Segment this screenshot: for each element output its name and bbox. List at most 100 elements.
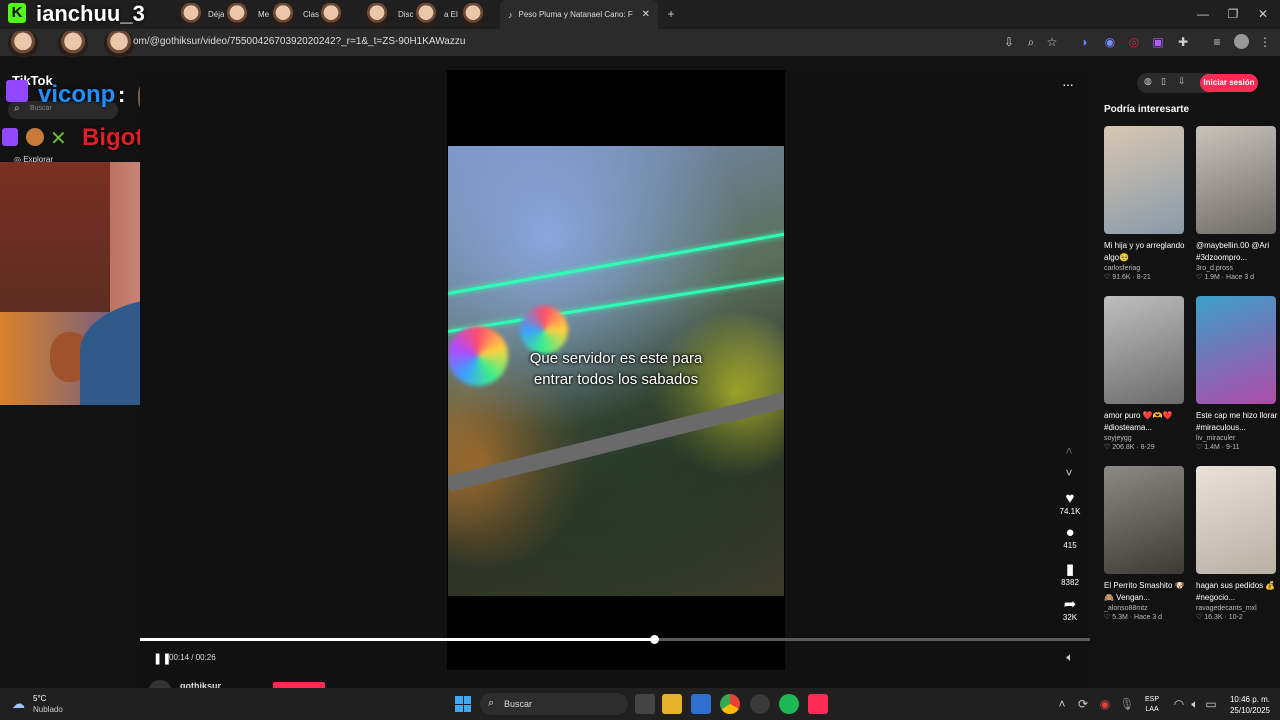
overlay-face [8, 31, 44, 57]
chrome-icon[interactable] [720, 694, 740, 714]
tab-4[interactable]: Me [258, 0, 269, 29]
wifi-icon[interactable]: ◠ [1172, 697, 1186, 711]
recommend-card[interactable]: El Perrito Smashito 🐶🙈 Vengan... _alonso… [1104, 466, 1188, 626]
like-button[interactable]: ♥ 74.1K [1058, 490, 1082, 516]
recommend-author[interactable]: carlosferiag [1104, 265, 1188, 272]
tab-active[interactable]: ♪ Peso Pluma y Natanael Cano: F ✕ [500, 0, 658, 29]
save-button[interactable]: ▮ 8382 [1058, 560, 1082, 587]
railing [448, 389, 784, 492]
tab-face-4[interactable] [320, 0, 344, 29]
tray-mic-icon[interactable]: 🎙︎ [1119, 697, 1134, 711]
streamer-name: ianchuu_3 [36, 1, 145, 26]
recommend-thumbnail[interactable] [1104, 126, 1184, 234]
close-window-icon[interactable]: ✕ [1256, 6, 1270, 22]
comment-button[interactable]: ● 415 [1058, 524, 1082, 550]
recommend-stats: ♡ 206.8K · 8-29 [1104, 444, 1155, 451]
tab-5[interactable]: Clas [303, 0, 319, 29]
next-video-icon[interactable]: ˅ [1062, 466, 1076, 480]
kick-logo-icon: K [8, 3, 26, 23]
download-icon[interactable]: ⇩ [1178, 76, 1186, 87]
tab-face-7[interactable] [462, 0, 486, 29]
tab-6[interactable]: Disc [398, 0, 414, 29]
tab-3[interactable]: Déja [208, 0, 224, 29]
recommend-caption[interactable]: El Perrito Smashito 🐶🙈 Vengan... [1104, 580, 1188, 604]
volume-icon[interactable]: 🔈︎ [1062, 650, 1078, 664]
store-icon[interactable] [691, 694, 711, 714]
recommend-card[interactable]: hagan sus pedidos 💰 #negocio... ravagede… [1196, 466, 1280, 626]
windows-start-icon[interactable] [455, 696, 471, 712]
minimize-icon[interactable]: — [1196, 6, 1210, 22]
coins-icon[interactable]: ◍ [1144, 76, 1152, 87]
media-list-icon[interactable]: ≡ [1210, 35, 1224, 49]
tab-face-3[interactable] [272, 0, 296, 29]
clock[interactable]: 10:46 p. m. 25/10/2025 [1226, 694, 1270, 716]
speaker-icon[interactable]: 🔈︎ [1188, 697, 1202, 711]
recommend-card[interactable]: Mi hija y yo arreglando algo🥺 carlosferi… [1104, 126, 1188, 286]
recommend-caption[interactable]: amor puro ❤️🫶❤️ #diosteama... [1104, 410, 1188, 434]
recommend-thumbnail[interactable] [1196, 296, 1276, 404]
tab-face-6[interactable] [415, 0, 439, 29]
weather-desc[interactable]: Nublado [33, 705, 63, 714]
recommend-caption[interactable]: hagan sus pedidos 💰 #negocio... [1196, 580, 1280, 604]
restore-icon[interactable]: ❐ [1226, 6, 1240, 22]
recommend-caption[interactable]: Mi hija y yo arreglando algo🥺 [1104, 240, 1188, 264]
tab-7[interactable]: a El [444, 0, 458, 29]
close-tab-icon[interactable]: ✕ [642, 9, 650, 20]
tab-face-5[interactable] [366, 0, 390, 29]
recommend-card[interactable]: Este cap me hizo llorar #miraculous... l… [1196, 296, 1280, 456]
extension-icon[interactable]: ◉ [1103, 35, 1117, 49]
progress-handle[interactable] [650, 635, 659, 644]
new-tab-button[interactable]: + [664, 6, 678, 22]
device-icon[interactable]: ▯ [1161, 76, 1166, 87]
browser-menu-icon[interactable]: ⋮ [1259, 35, 1271, 49]
install-app-icon[interactable]: ⇩ [1002, 35, 1016, 49]
file-explorer-icon[interactable] [662, 694, 682, 714]
tiktok-app-icon[interactable] [808, 694, 828, 714]
extension-icon[interactable]: ◗ [1078, 35, 1092, 49]
recommend-card[interactable]: amor puro ❤️🫶❤️ #diosteama... soyjeygg ♡… [1104, 296, 1188, 456]
prev-video-icon[interactable]: ˄ [1062, 444, 1076, 458]
more-options-button[interactable]: ··· [1062, 76, 1074, 92]
heart-icon: ♥ [1065, 490, 1075, 507]
spotify-icon[interactable] [779, 694, 799, 714]
url-field[interactable]: om/@gothiksur/video/7550042670392020242?… [133, 36, 465, 47]
bookmark-star-icon[interactable]: ☆ [1045, 35, 1059, 49]
zoom-icon[interactable]: ⌕ [1024, 35, 1038, 49]
tray-chevron-icon[interactable]: ˄ [1056, 697, 1068, 711]
taskbar-search[interactable]: ⌕ Buscar [480, 693, 628, 715]
login-button[interactable]: Iniciar sesión [1200, 74, 1258, 92]
task-view-icon[interactable] [635, 694, 655, 714]
comment-icon: ● [1065, 524, 1075, 541]
recommend-author[interactable]: soyjeygg [1104, 435, 1188, 442]
recommend-author[interactable]: ravagedecants_mxl [1196, 605, 1280, 612]
tray-app-icon[interactable]: ◉ [1098, 697, 1112, 711]
app-icon[interactable] [750, 694, 770, 714]
recommend-caption[interactable]: Este cap me hizo llorar #miraculous... [1196, 410, 1280, 434]
weather-temp[interactable]: 5°C [33, 694, 46, 703]
profile-avatar[interactable] [1234, 34, 1249, 49]
heart-outline-icon: ♡ [1104, 444, 1111, 451]
share-icon: ➦ [1063, 596, 1077, 613]
language-indicator[interactable]: ESP LAA [1145, 695, 1159, 715]
extensions-puzzle-icon[interactable]: ✚ [1176, 35, 1190, 49]
recommend-author[interactable]: _alonso88mtz [1104, 605, 1188, 612]
recommend-author[interactable]: 3ro_d.pross [1196, 265, 1280, 272]
recommend-author[interactable]: liv_miraculer [1196, 435, 1280, 442]
recommend-card[interactable]: @maybellin.00 @Ari #3dzoompro... 3ro_d.p… [1196, 126, 1280, 286]
recommend-thumbnail[interactable] [1196, 126, 1276, 234]
tab-face-2[interactable] [226, 0, 250, 29]
recommend-thumbnail[interactable] [1196, 466, 1276, 574]
tray-sync-icon[interactable]: ⟳ [1076, 697, 1090, 711]
extension-icon[interactable]: ▣ [1151, 35, 1165, 49]
recommend-thumbnail[interactable] [1104, 296, 1184, 404]
share-button[interactable]: ➦ 32K [1058, 595, 1082, 622]
tab-favicon-face[interactable] [180, 0, 210, 29]
chat-separator: : [118, 82, 126, 107]
recommend-caption[interactable]: @maybellin.00 @Ari #3dzoompro... [1196, 240, 1280, 264]
extension-icon[interactable]: ◎ [1127, 35, 1141, 49]
battery-icon[interactable]: ▭ [1204, 697, 1218, 711]
monkey-badge-icon [26, 128, 44, 146]
recommend-thumbnail[interactable] [1104, 466, 1184, 574]
bookmark-icon: ▮ [1065, 561, 1075, 578]
recommend-stats: ♡ 91.6K · 8-21 [1104, 274, 1151, 281]
